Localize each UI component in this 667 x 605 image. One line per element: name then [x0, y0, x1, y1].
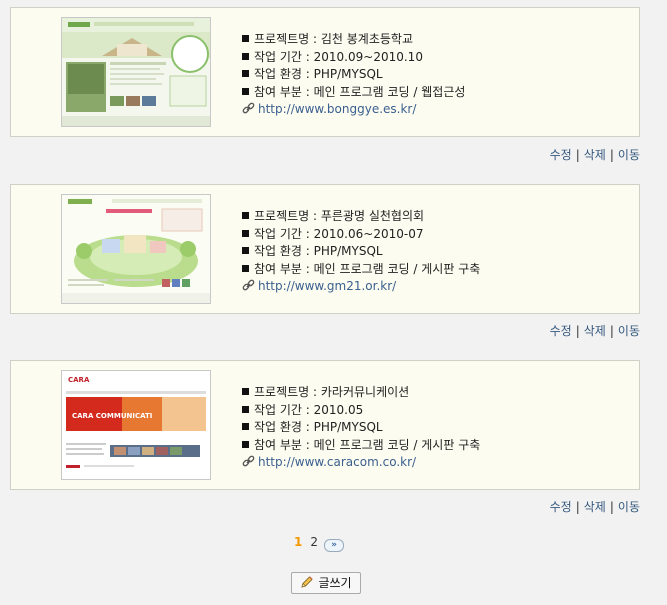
pagination: 1 2 »: [294, 535, 344, 552]
project-card: 프로젝트명 : 푸른광명 실천협의회 작업 기간 : 2010.06~2010-…: [10, 184, 640, 314]
project-environment: 작업 환경 : PHP/MYSQL: [254, 420, 383, 434]
project-thumbnail[interactable]: [61, 194, 211, 304]
current-page: 1: [294, 535, 303, 549]
project-name: 프로젝트명 : 푸른광명 실천협의회: [254, 209, 425, 223]
bullet-icon: [242, 52, 249, 60]
project-participation: 참여 부분 : 메인 프로그램 코딩 / 웹접근성: [254, 84, 466, 99]
edit-link[interactable]: 수정: [550, 148, 572, 162]
link-icon: [242, 279, 255, 291]
project-participation: 참여 부분 : 메인 프로그램 코딩 / 게시판 구축: [254, 261, 481, 276]
bullet-icon: [242, 35, 249, 42]
project-thumbnail[interactable]: [61, 17, 211, 127]
project-environment: 작업 환경 : PHP/MYSQL: [254, 67, 383, 81]
next-page-button[interactable]: »: [324, 539, 344, 552]
delete-link[interactable]: 삭제: [584, 500, 606, 514]
edit-link[interactable]: 수정: [550, 500, 572, 514]
link-icon: [242, 455, 255, 467]
edit-link[interactable]: 수정: [550, 324, 572, 338]
project-url-link[interactable]: http://www.caracom.co.kr/: [258, 455, 416, 469]
bullet-icon: [242, 70, 249, 77]
post-actions: 수정 | 삭제 | 이동: [549, 148, 640, 162]
bullet-icon: [242, 440, 249, 448]
project-info: 프로젝트명 : 카라커뮤니케이션 작업 기간 : 2010.05 작업 환경 :…: [242, 384, 480, 472]
delete-link[interactable]: 삭제: [584, 324, 606, 338]
bullet-icon: [242, 212, 249, 219]
project-name: 프로젝트명 : 카라커뮤니케이션: [254, 385, 410, 399]
bullet-icon: [242, 405, 249, 413]
project-url-link[interactable]: http://www.gm21.or.kr/: [258, 279, 396, 293]
project-info: 프로젝트명 : 김천 봉계초등학교 작업 기간 : 2010.09~2010.1…: [242, 31, 465, 119]
project-thumbnail[interactable]: CARA CARA COMMUNICATI: [61, 370, 211, 480]
move-link[interactable]: 이동: [618, 324, 640, 338]
bullet-icon: [242, 264, 249, 272]
bullet-icon: [242, 388, 249, 395]
thumbnail-brand-text: CARA: [68, 376, 90, 384]
project-environment: 작업 환경 : PHP/MYSQL: [254, 244, 383, 258]
move-link[interactable]: 이동: [618, 500, 640, 514]
project-card: 프로젝트명 : 김천 봉계초등학교 작업 기간 : 2010.09~2010.1…: [10, 7, 640, 137]
project-card: CARA CARA COMMUNICATI 프로젝트명 : 카라커뮤니케이션 작…: [10, 360, 640, 490]
post-actions: 수정 | 삭제 | 이동: [549, 324, 640, 338]
write-button-label: 글쓰기: [318, 576, 352, 590]
project-url-link[interactable]: http://www.bonggye.es.kr/: [258, 102, 416, 116]
project-participation: 참여 부분 : 메인 프로그램 코딩 / 게시판 구축: [254, 437, 481, 452]
project-name: 프로젝트명 : 김천 봉계초등학교: [254, 32, 414, 46]
thumbnail-banner-text: CARA COMMUNICATI: [72, 412, 152, 420]
write-post-button[interactable]: 글쓰기: [291, 572, 361, 594]
move-link[interactable]: 이동: [618, 148, 640, 162]
bullet-icon: [242, 229, 249, 237]
link-icon: [242, 102, 255, 114]
page-2-link[interactable]: 2: [310, 535, 318, 549]
post-actions: 수정 | 삭제 | 이동: [549, 500, 640, 514]
project-period: 작업 기간 : 2010.09~2010.10: [254, 49, 423, 64]
project-period: 작업 기간 : 2010.05: [254, 402, 364, 417]
bullet-icon: [242, 423, 249, 430]
project-period: 작업 기간 : 2010.06~2010-07: [254, 226, 424, 241]
bullet-icon: [242, 87, 249, 95]
pencil-icon: [301, 576, 314, 588]
delete-link[interactable]: 삭제: [584, 148, 606, 162]
bullet-icon: [242, 247, 249, 254]
project-info: 프로젝트명 : 푸른광명 실천협의회 작업 기간 : 2010.06~2010-…: [242, 208, 480, 296]
